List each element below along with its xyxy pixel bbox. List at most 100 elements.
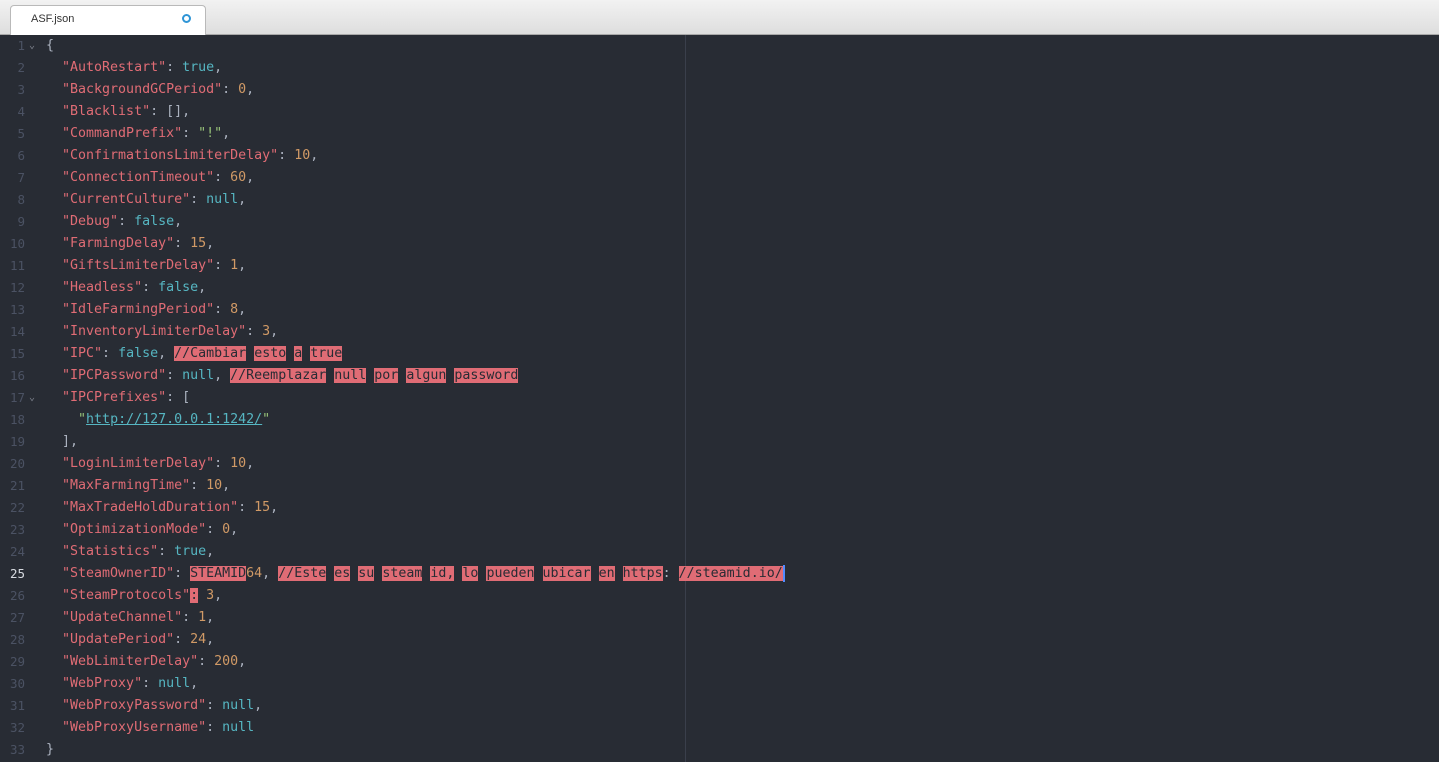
code-punctuation: ,	[246, 456, 255, 471]
line-number: 5	[17, 126, 25, 141]
line-code: "AutoRestart": true,	[46, 57, 222, 79]
code-line[interactable]: 11 "GiftsLimiterDelay": 1,	[0, 255, 1439, 277]
code-line[interactable]: 24 "Statistics": true,	[0, 541, 1439, 563]
code-line[interactable]: 25 "SteamOwnerID": STEAMID64, //Este es …	[0, 563, 1439, 585]
line-number: 18	[9, 412, 25, 427]
lint-error-highlight: su	[358, 566, 375, 581]
code-line[interactable]: 28 "UpdatePeriod": 24,	[0, 629, 1439, 651]
line-code: "Statistics": true,	[46, 541, 214, 563]
code-punctuation	[46, 456, 62, 471]
literal-value: null	[222, 720, 255, 735]
code-line[interactable]: 1 ⌄ {	[0, 35, 1439, 57]
line-number: 20	[9, 456, 25, 471]
json-key: "Statistics"	[62, 544, 159, 559]
code-line[interactable]: 19 ],	[0, 431, 1439, 453]
code-punctuation: :	[190, 478, 207, 493]
code-line[interactable]: 32 "WebProxyUsername": null	[0, 717, 1439, 739]
line-code: "MaxTradeHoldDuration": 15,	[46, 497, 278, 519]
code-line[interactable]: 20 "LoginLimiterDelay": 10,	[0, 453, 1439, 475]
code-line[interactable]: 14 "InventoryLimiterDelay": 3,	[0, 321, 1439, 343]
tab-asf-json[interactable]: ASF.json	[10, 5, 206, 35]
code-punctuation: ,	[214, 60, 223, 75]
code-line[interactable]: 9 "Debug": false,	[0, 211, 1439, 233]
code-line[interactable]: 30 "WebProxy": null,	[0, 673, 1439, 695]
code-punctuation: ,	[238, 302, 247, 317]
code-punctuation	[46, 390, 62, 405]
code-line[interactable]: 27 "UpdateChannel": 1,	[0, 607, 1439, 629]
lint-error-highlight: id,	[430, 566, 455, 581]
lint-error-highlight: :	[190, 588, 199, 603]
json-key: "MaxFarmingTime"	[62, 478, 191, 493]
line-number: 24	[9, 544, 25, 559]
lint-error-highlight: https	[622, 566, 663, 581]
code-line[interactable]: 8 "CurrentCulture": null,	[0, 189, 1439, 211]
code-punctuation: :	[142, 280, 159, 295]
code-punctuation: ,	[238, 258, 247, 273]
number-value: 0	[238, 82, 247, 97]
lint-error-highlight: //Cambiar	[174, 346, 247, 361]
code-line[interactable]: 16 "IPCPassword": null, //Reemplazar nul…	[0, 365, 1439, 387]
code-punctuation: :	[174, 566, 191, 581]
json-key: "IPCPrefixes"	[62, 390, 167, 405]
code-line[interactable]: 21 "MaxFarmingTime": 10,	[0, 475, 1439, 497]
code-line[interactable]: 13 "IdleFarmingPeriod": 8,	[0, 299, 1439, 321]
code-punctuation: :	[166, 368, 183, 383]
line-number: 9	[17, 214, 25, 229]
code-line[interactable]: 3 "BackgroundGCPeriod": 0,	[0, 79, 1439, 101]
number-value: 10	[230, 456, 247, 471]
literal-value: false	[158, 280, 199, 295]
json-key: "CurrentCulture"	[62, 192, 191, 207]
lint-error-highlight: //Este	[278, 566, 327, 581]
code-line[interactable]: 12 "Headless": false,	[0, 277, 1439, 299]
code-line[interactable]: 4 "Blacklist": [],	[0, 101, 1439, 123]
code-line[interactable]: 31 "WebProxyPassword": null,	[0, 695, 1439, 717]
number-value: 64	[246, 566, 263, 581]
code-line[interactable]: 29 "WebLimiterDelay": 200,	[0, 651, 1439, 673]
code-punctuation: :	[206, 522, 223, 537]
number-value: 0	[222, 522, 231, 537]
code-line[interactable]: 7 "ConnectionTimeout": 60,	[0, 167, 1439, 189]
json-key: "SteamProtocols"	[62, 588, 191, 603]
json-key: "Debug"	[62, 214, 119, 229]
code-punctuation	[46, 676, 62, 691]
code-line[interactable]: 15 "IPC": false, //Cambiar esto a true	[0, 343, 1439, 365]
fold-chevron-icon[interactable]: ⌄	[29, 387, 35, 409]
code-line[interactable]: 5 "CommandPrefix": "!",	[0, 123, 1439, 145]
code-line[interactable]: 33}	[0, 739, 1439, 761]
code-line[interactable]: 23 "OptimizationMode": 0,	[0, 519, 1439, 541]
code-line[interactable]: 22 "MaxTradeHoldDuration": 15,	[0, 497, 1439, 519]
code-line[interactable]: 18 "http://127.0.0.1:1242/"	[0, 409, 1439, 431]
number-value: 8	[230, 302, 239, 317]
fold-chevron-icon[interactable]: ⌄	[29, 35, 35, 57]
number-value: 200	[214, 654, 239, 669]
line-number: 21	[9, 478, 25, 493]
lint-error-highlight: por	[374, 368, 399, 383]
line-number: 27	[9, 610, 25, 625]
editor-lines: 1 ⌄{2 "AutoRestart": true, 3 "BackgroundGC…	[0, 35, 1439, 761]
line-number: 17	[9, 390, 25, 405]
unsaved-indicator-icon[interactable]	[182, 14, 191, 23]
line-code: "IPC": false, //Cambiar esto a true	[46, 343, 343, 365]
code-line[interactable]: 2 "AutoRestart": true,	[0, 57, 1439, 79]
code-line[interactable]: 10 "FarmingDelay": 15,	[0, 233, 1439, 255]
code-line[interactable]: 17 ⌄ "IPCPrefixes": [	[0, 387, 1439, 409]
code-punctuation: ,	[222, 126, 231, 141]
code-line[interactable]: 6 "ConfirmationsLimiterDelay": 10,	[0, 145, 1439, 167]
json-key: "WebProxyUsername"	[62, 720, 207, 735]
line-number: 30	[9, 676, 25, 691]
code-punctuation	[46, 192, 62, 207]
url-link[interactable]: http://127.0.0.1:1242/	[86, 412, 262, 427]
code-punctuation: :	[174, 632, 191, 647]
line-code: "WebProxyPassword": null,	[46, 695, 262, 717]
line-code: "IdleFarmingPeriod": 8,	[46, 299, 246, 321]
code-punctuation: }	[46, 742, 55, 757]
code-editor[interactable]: 1 ⌄{2 "AutoRestart": true, 3 "BackgroundGC…	[0, 35, 1439, 762]
code-line[interactable]: 26 "SteamProtocols": 3,	[0, 585, 1439, 607]
line-code: "BackgroundGCPeriod": 0,	[46, 79, 254, 101]
code-punctuation: :	[246, 324, 263, 339]
code-punctuation	[46, 82, 62, 97]
line-number: 26	[9, 588, 25, 603]
line-number: 1	[17, 38, 25, 53]
code-punctuation: ,	[206, 544, 215, 559]
lint-error-highlight: esto	[254, 346, 287, 361]
